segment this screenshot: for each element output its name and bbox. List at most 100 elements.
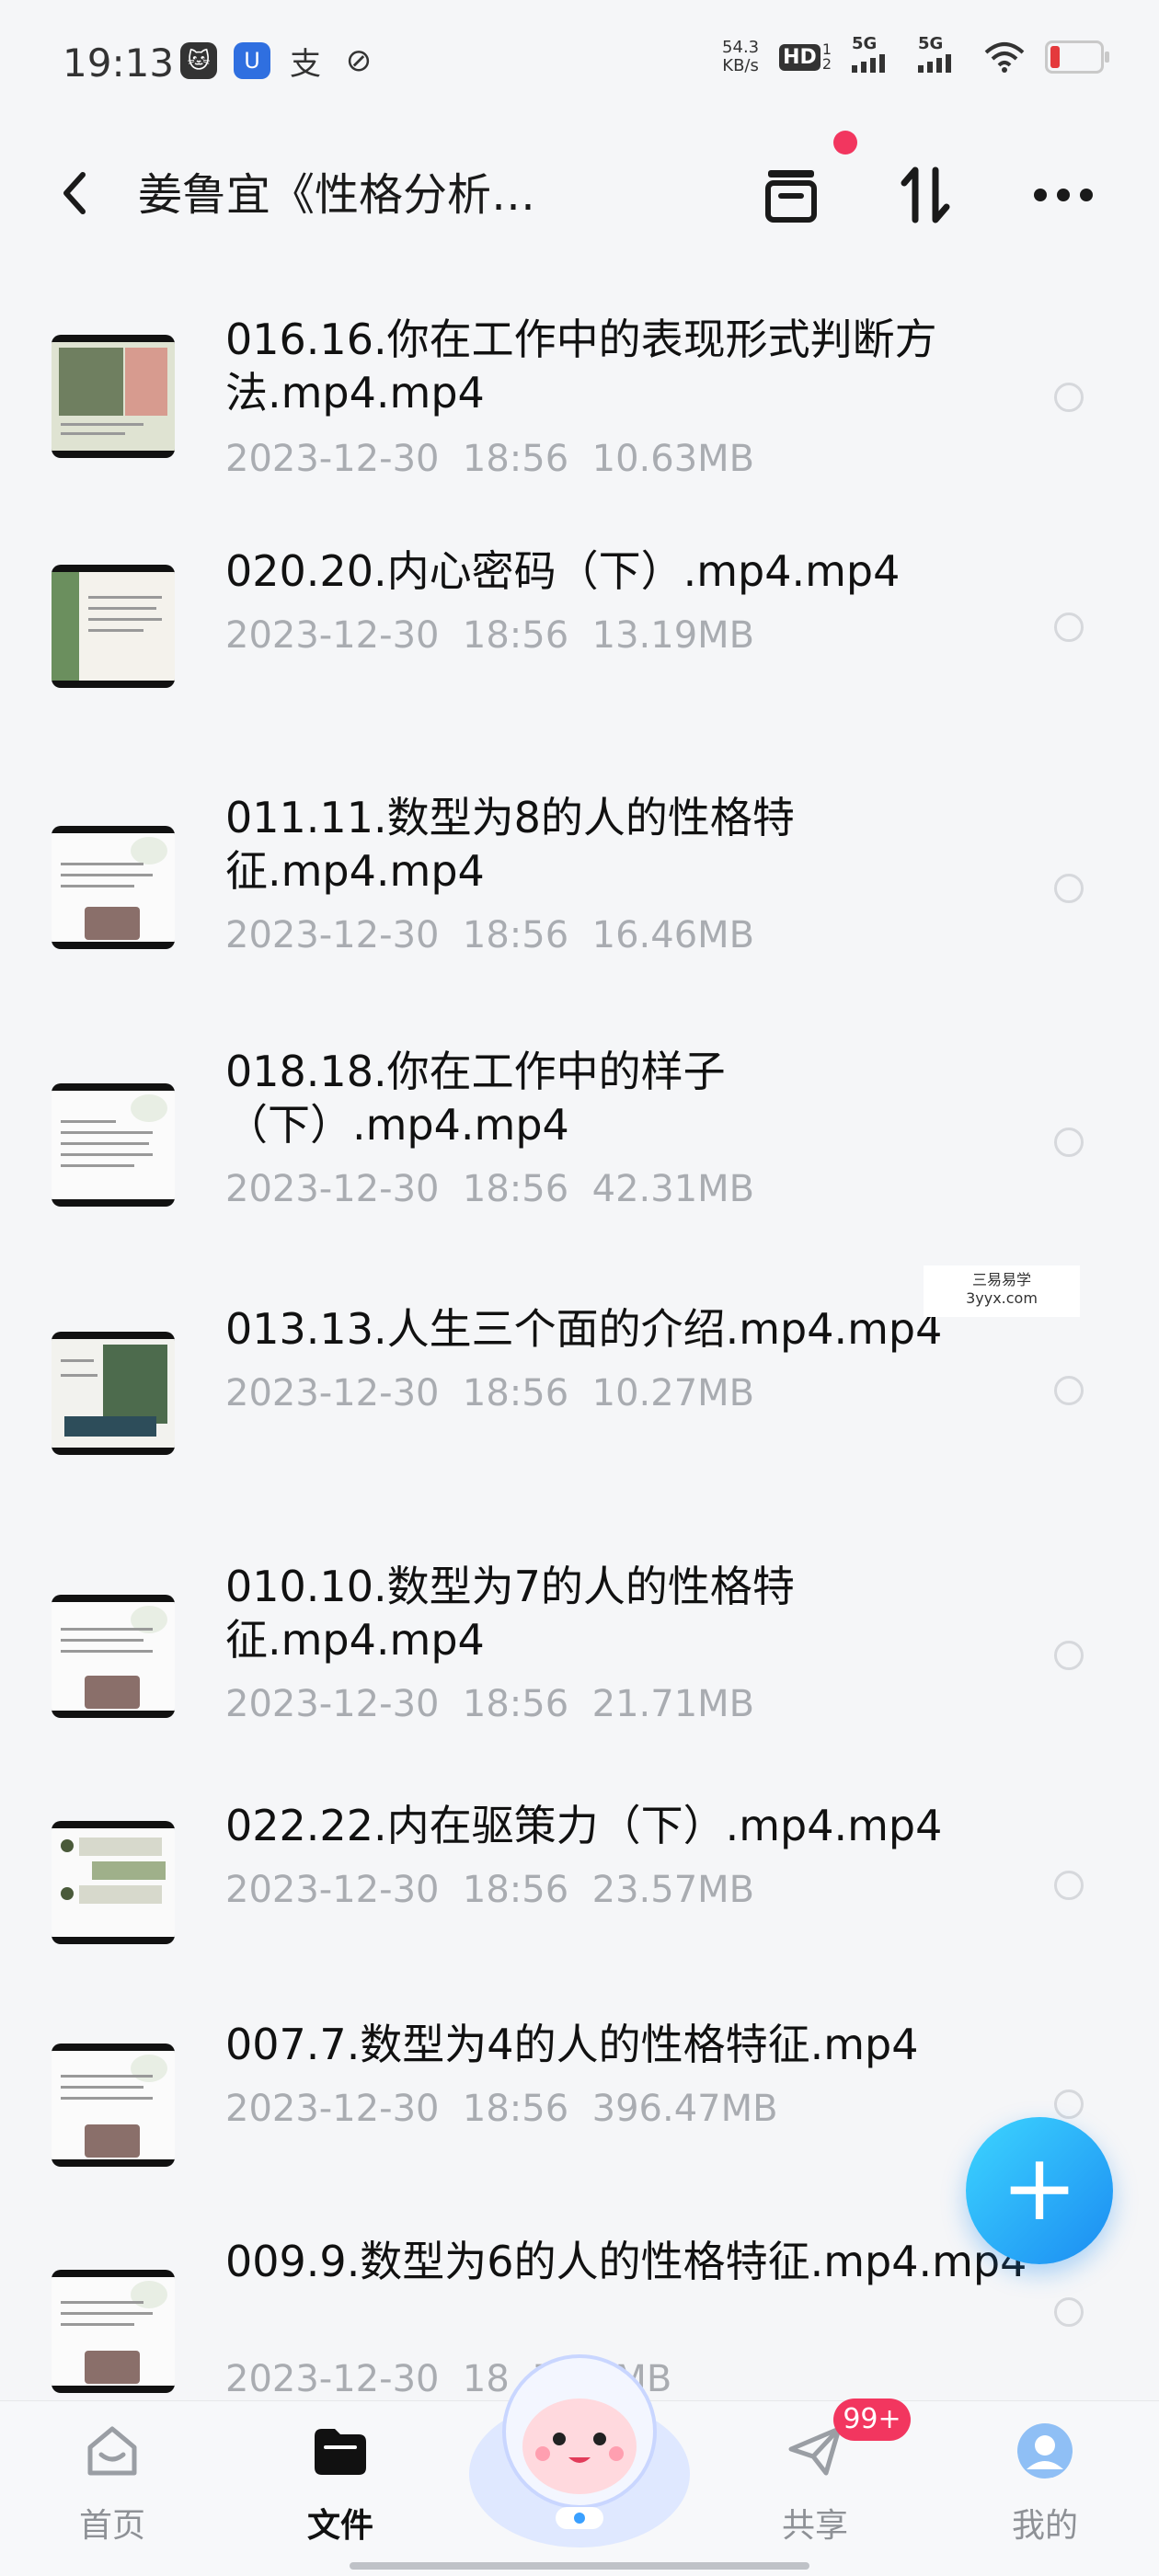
sort-button[interactable]	[889, 158, 962, 232]
share-badge: 99+	[833, 2399, 911, 2441]
nav-share-label: 共享	[781, 2507, 848, 2545]
profile-icon	[1017, 2423, 1073, 2479]
nav-home-label: 首页	[78, 2507, 145, 2545]
file-meta: 2023-12-30 18:56 10.63MB	[225, 438, 754, 480]
more-dots-icon	[1034, 189, 1093, 201]
system-indicators: 54.3 KB/s HD 1 2 5G 5G	[722, 34, 1109, 75]
file-size: 21.71MB	[591, 1683, 755, 1725]
u-shield-icon: U	[234, 42, 270, 79]
file-date: 2023-12-30	[225, 1372, 440, 1414]
nav-profile[interactable]: 我的	[962, 2401, 1128, 2576]
sim2-label: 5G	[918, 34, 944, 53]
nav-home[interactable]: 首页	[29, 2401, 195, 2576]
select-radio[interactable]	[1054, 383, 1084, 412]
more-button[interactable]	[1027, 158, 1100, 232]
select-radio[interactable]	[1054, 1376, 1084, 1405]
file-name: 011.11.数型为8的人的性格特征.mp4.mp4	[225, 793, 795, 896]
file-size: 16.46MB	[591, 914, 755, 956]
leaf-icon: ⊘	[345, 42, 373, 79]
file-meta: 2023-12-30 18:56 21.71MB	[225, 1683, 754, 1725]
cat-icon: 🐱	[180, 42, 217, 79]
file-size: 396.47MB	[591, 2088, 778, 2130]
file-date: 2023-12-30	[225, 1168, 440, 1210]
nav-files-label: 文件	[306, 2507, 373, 2545]
file-name: 022.22.内在驱策力（下）.mp4.mp4	[225, 1801, 943, 1850]
file-size: 10.63MB	[591, 438, 755, 480]
file-meta: 2023-12-30 18:56 16.46MB	[225, 914, 754, 956]
file-time: 18:56	[462, 1683, 569, 1725]
video-thumbnail	[52, 2044, 175, 2167]
file-meta: 2023-12-30 18:56 42.31MB	[225, 1168, 754, 1210]
file-name: 020.20.内心密码（下）.mp4.mp4	[225, 546, 901, 596]
hd-sub-2: 2	[821, 55, 832, 73]
video-thumbnail	[52, 1083, 175, 1207]
hd-indicator: HD 1 2	[779, 42, 832, 72]
file-time: 18:56	[462, 614, 569, 657]
file-meta: 2023-12-30 18:56 23.57MB	[225, 1869, 754, 1911]
folder-icon	[315, 2429, 366, 2475]
select-radio[interactable]	[1054, 874, 1084, 903]
video-thumbnail	[52, 826, 175, 949]
battery-icon	[1045, 40, 1109, 74]
file-time: 18:56	[462, 1869, 569, 1911]
nav-profile-label: 我的	[1011, 2507, 1078, 2545]
plus-icon: +	[1001, 2134, 1078, 2241]
file-meta: 2023-12-30 18:56 13.19MB	[225, 614, 754, 657]
video-thumbnail	[52, 1821, 175, 1944]
file-size: 23.57MB	[591, 1869, 755, 1911]
file-time: 18:56	[462, 1372, 569, 1414]
file-time: 18:56	[462, 438, 569, 480]
watermark-line2: 3yyx.com	[966, 1289, 1038, 1307]
select-radio[interactable]	[1054, 2297, 1084, 2327]
status-bar: 19:13 🐱 U 支 ⊘ 54.3 KB/s HD 1 2 5G 5G	[0, 0, 1159, 120]
file-size: 10.27MB	[591, 1372, 755, 1414]
sort-arrows-icon	[901, 166, 950, 223]
file-name: 009.9.数型为6的人的性格特征.mp4.mp4	[225, 2237, 1027, 2286]
notification-dot	[833, 131, 857, 155]
file-time: 18:56	[462, 914, 569, 956]
video-thumbnail	[52, 2270, 175, 2393]
network-speed-value: 54.3	[722, 38, 760, 57]
select-radio[interactable]	[1054, 613, 1084, 642]
transfer-list-button[interactable]	[754, 158, 828, 232]
select-radio[interactable]	[1054, 1128, 1084, 1157]
add-button[interactable]: +	[966, 2117, 1113, 2264]
network-speed-unit: KB/s	[722, 56, 759, 75]
file-time: 18:56	[462, 2088, 569, 2130]
home-icon	[87, 2426, 137, 2476]
video-thumbnail	[52, 1332, 175, 1455]
mascot-button[interactable]	[460, 2336, 699, 2557]
file-size: 13.19MB	[591, 614, 755, 657]
file-name: 010.10.数型为7的人的性格特征.mp4.mp4	[225, 1562, 795, 1665]
file-size: 42.31MB	[591, 1168, 755, 1210]
file-time: 18:56	[462, 1168, 569, 1210]
file-date: 2023-12-30	[225, 1869, 440, 1911]
file-name: 007.7.数型为4的人的性格特征.mp4	[225, 2020, 919, 2069]
file-date: 2023-12-30	[225, 2088, 440, 2130]
wifi-icon	[984, 42, 1025, 73]
top-app-bar: 姜鲁宜《性格分析…	[0, 147, 1159, 239]
file-date: 2023-12-30	[225, 438, 440, 480]
sim1-label: 5G	[852, 34, 878, 53]
page-title: 姜鲁宜《性格分析…	[138, 169, 536, 221]
alipay-icon: 支	[290, 45, 321, 83]
watermark: 三易易学 3yyx.com	[924, 1265, 1080, 1317]
signal-sim1-icon: 5G	[852, 34, 898, 73]
signal-sim2-icon: 5G	[918, 34, 964, 73]
network-speed: 54.3 KB/s	[722, 39, 759, 75]
watermark-line1: 三易易学	[971, 1271, 1031, 1288]
video-thumbnail	[52, 1595, 175, 1718]
hd-icon: HD	[779, 43, 820, 71]
select-radio[interactable]	[1054, 1871, 1084, 1900]
back-button[interactable]	[55, 166, 92, 230]
chevron-left-icon	[63, 172, 86, 214]
file-date: 2023-12-30	[225, 2358, 440, 2400]
select-radio[interactable]	[1054, 2089, 1084, 2119]
video-thumbnail	[52, 565, 175, 688]
file-name: 018.18.你在工作中的样子（下）.mp4.mp4	[225, 1047, 726, 1150]
select-radio[interactable]	[1054, 1641, 1084, 1670]
file-meta: 2023-12-30 18:56 396.47MB	[225, 2088, 778, 2130]
nav-files[interactable]: 文件	[258, 2401, 423, 2576]
home-indicator	[350, 2562, 809, 2570]
file-date: 2023-12-30	[225, 1683, 440, 1725]
